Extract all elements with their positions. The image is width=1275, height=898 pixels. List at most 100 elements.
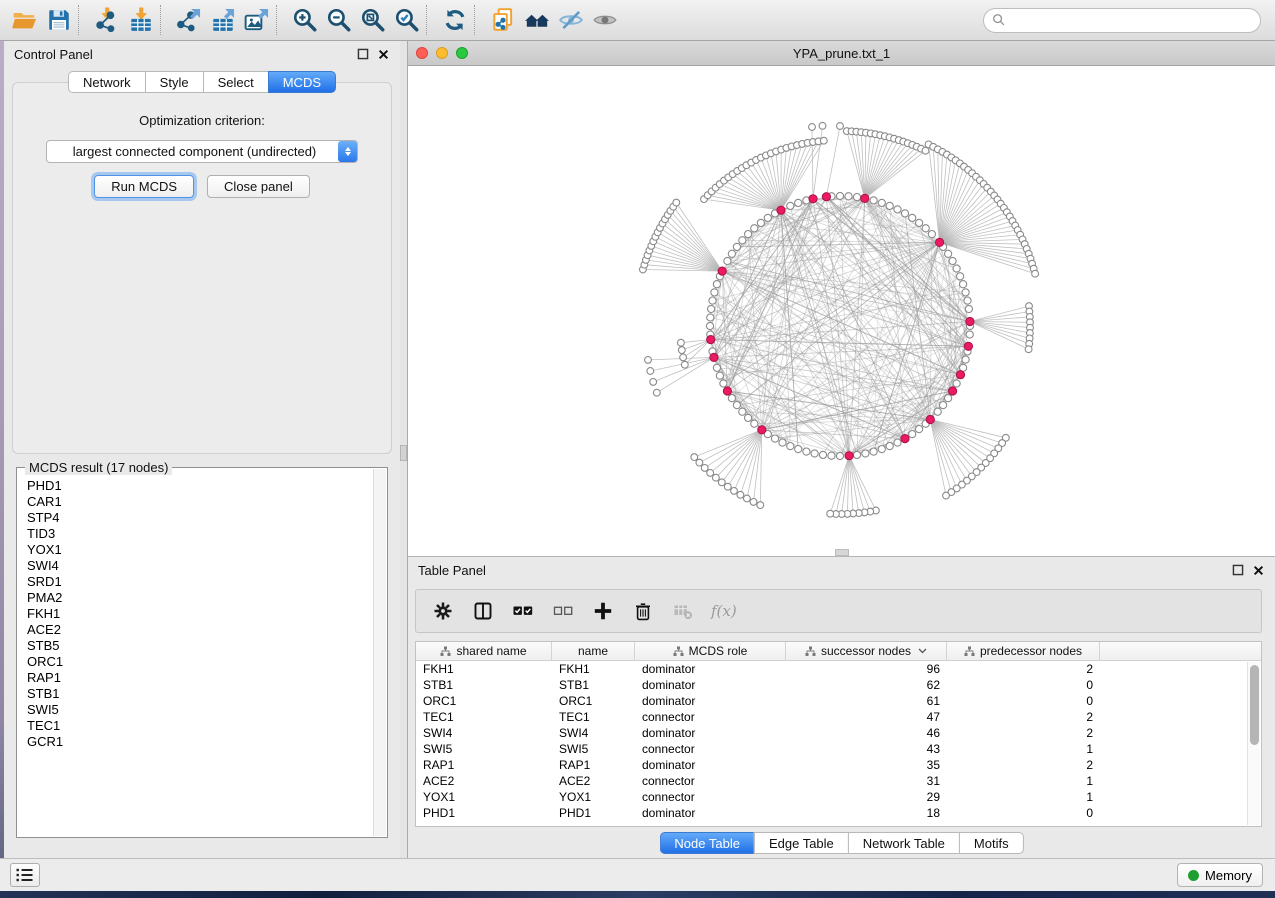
ring-node[interactable] <box>870 197 877 204</box>
float-panel-icon[interactable] <box>1231 564 1244 577</box>
ring-node[interactable] <box>894 439 901 446</box>
ring-node[interactable] <box>964 297 971 304</box>
ring-node[interactable] <box>708 305 715 312</box>
table-row[interactable]: ORC1ORC1dominator610 <box>416 693 1261 709</box>
hide-selection-icon[interactable] <box>554 3 588 37</box>
ring-node[interactable] <box>779 439 786 446</box>
select-all-icon[interactable] <box>510 598 536 624</box>
ring-node[interactable] <box>878 446 885 453</box>
ring-node[interactable] <box>724 257 731 264</box>
ring-node[interactable] <box>728 395 735 402</box>
run-mcds-button[interactable]: Run MCDS <box>94 175 194 198</box>
export-table-icon[interactable] <box>206 3 240 37</box>
deselect-all-icon[interactable] <box>550 598 576 624</box>
mcds-hub-node[interactable] <box>926 415 934 423</box>
mcds-hub-node[interactable] <box>956 371 964 379</box>
open-file-icon[interactable] <box>8 3 42 37</box>
mcds-result-item[interactable]: ACE2 <box>18 622 372 638</box>
ring-node[interactable] <box>953 380 960 387</box>
close-panel-icon[interactable] <box>1252 564 1265 577</box>
ring-node[interactable] <box>945 250 952 257</box>
task-history-button[interactable] <box>10 863 40 887</box>
leaf-node[interactable] <box>645 357 652 364</box>
ring-node[interactable] <box>706 322 713 329</box>
ring-node[interactable] <box>894 206 901 213</box>
ring-node[interactable] <box>886 443 893 450</box>
tab-network-table[interactable]: Network Table <box>848 832 959 854</box>
ring-node[interactable] <box>909 214 916 221</box>
mcds-hub-node[interactable] <box>861 194 869 202</box>
leaf-node[interactable] <box>718 479 725 486</box>
ring-node[interactable] <box>751 225 758 232</box>
ring-node[interactable] <box>733 402 740 409</box>
mcds-result-item[interactable]: YOX1 <box>18 542 372 558</box>
leaf-node[interactable] <box>701 465 708 472</box>
leaf-node[interactable] <box>724 483 731 490</box>
leaf-node[interactable] <box>650 379 657 386</box>
leaf-node[interactable] <box>691 454 698 461</box>
ring-node[interactable] <box>716 372 723 379</box>
column-header-shared-name[interactable]: shared name <box>416 642 552 660</box>
memory-button[interactable]: Memory <box>1177 863 1263 887</box>
import-network-icon[interactable] <box>90 3 124 37</box>
mcds-result-scrollbar[interactable] <box>373 469 386 836</box>
ring-node[interactable] <box>739 237 746 244</box>
leaf-node[interactable] <box>678 347 685 354</box>
leaf-node[interactable] <box>681 361 688 368</box>
tab-node-table[interactable]: Node Table <box>659 832 754 854</box>
ring-node[interactable] <box>878 199 885 206</box>
mcds-hub-node[interactable] <box>809 195 817 203</box>
leaf-node[interactable] <box>827 510 834 517</box>
ring-node[interactable] <box>940 402 947 409</box>
table-row[interactable]: PHD1PHD1dominator180 <box>416 805 1261 821</box>
mcds-result-item[interactable]: GCR1 <box>18 734 372 750</box>
first-neighbors-icon[interactable] <box>520 3 554 37</box>
mcds-result-item[interactable]: STP4 <box>18 510 372 526</box>
table-row[interactable]: SWI5SWI5connector431 <box>416 741 1261 757</box>
ring-node[interactable] <box>916 426 923 433</box>
leaf-node[interactable] <box>731 488 738 495</box>
export-image-icon[interactable] <box>240 3 274 37</box>
mcds-hub-node[interactable] <box>718 267 726 275</box>
leaf-node[interactable] <box>678 339 685 346</box>
zoom-selected-icon[interactable] <box>390 3 424 37</box>
leaf-node[interactable] <box>809 124 816 131</box>
ring-node[interactable] <box>745 414 752 421</box>
ring-node[interactable] <box>709 297 716 304</box>
ring-node[interactable] <box>787 202 794 209</box>
ring-node[interactable] <box>886 202 893 209</box>
save-session-icon[interactable] <box>42 3 76 37</box>
mcds-hub-node[interactable] <box>966 317 974 325</box>
leaf-node[interactable] <box>757 502 764 509</box>
new-network-from-selection-icon[interactable] <box>486 3 520 37</box>
zoom-out-icon[interactable] <box>322 3 356 37</box>
column-header-successor-nodes[interactable]: successor nodes <box>786 642 947 660</box>
ring-node[interactable] <box>957 273 964 280</box>
leaf-node[interactable] <box>713 474 720 481</box>
node-table-scrollbar[interactable] <box>1247 662 1260 825</box>
mcds-result-item[interactable]: CAR1 <box>18 494 372 510</box>
ring-node[interactable] <box>962 356 969 363</box>
search-input[interactable] <box>1006 13 1252 28</box>
import-table-icon[interactable] <box>124 3 158 37</box>
ring-node[interactable] <box>811 450 818 457</box>
ring-node[interactable] <box>751 420 758 427</box>
ring-node[interactable] <box>853 451 860 458</box>
ring-node[interactable] <box>853 194 860 201</box>
float-panel-icon[interactable] <box>356 48 369 61</box>
mcds-result-item[interactable]: TEC1 <box>18 718 372 734</box>
ring-node[interactable] <box>836 452 843 459</box>
ring-node[interactable] <box>870 448 877 455</box>
ring-node[interactable] <box>707 314 714 321</box>
table-row[interactable]: STB1STB1dominator620 <box>416 677 1261 693</box>
leaf-node[interactable] <box>1032 270 1039 277</box>
mcds-hub-node[interactable] <box>710 353 718 361</box>
leaf-node[interactable] <box>647 368 654 375</box>
ring-node[interactable] <box>711 289 718 296</box>
ring-node[interactable] <box>728 250 735 257</box>
table-row[interactable]: FKH1FKH1dominator962 <box>416 661 1261 677</box>
leaf-node[interactable] <box>819 122 826 129</box>
ring-node[interactable] <box>949 257 956 264</box>
vertical-splitter-handle[interactable] <box>400 445 407 461</box>
mcds-result-item[interactable]: PHD1 <box>18 478 372 494</box>
